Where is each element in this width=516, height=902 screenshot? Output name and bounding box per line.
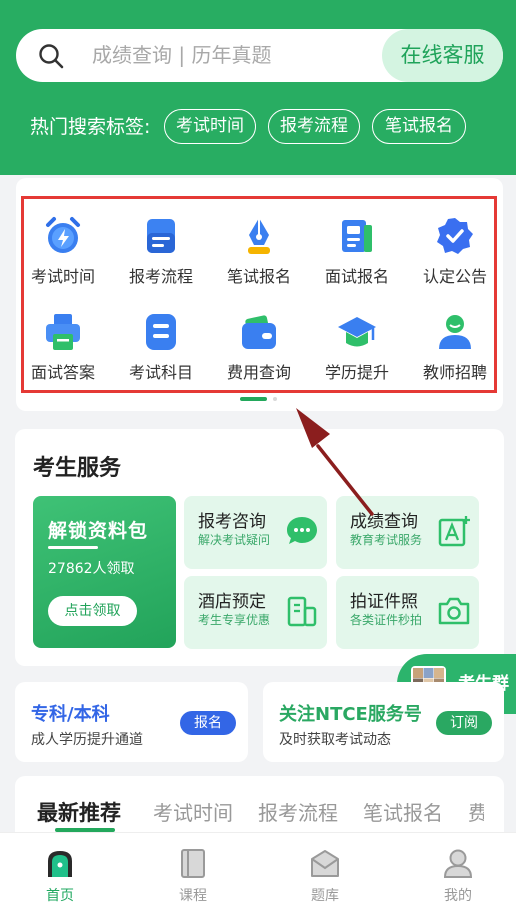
services-title: 考生服务 bbox=[33, 456, 122, 481]
promo-subtitle: 成人学历提升通道 bbox=[31, 732, 143, 748]
promo-subtitle: 及时获取考试动态 bbox=[279, 732, 391, 748]
hot-tag-written-exam-registration[interactable]: 笔试报名 bbox=[372, 109, 466, 144]
nav-home[interactable]: 首页 bbox=[20, 833, 100, 902]
search-bar[interactable]: 成绩查询 | 历年真题 在线客服 bbox=[16, 29, 503, 82]
tab-fee-partial[interactable]: 费 bbox=[468, 797, 484, 826]
book-icon bbox=[181, 849, 205, 878]
signup-badge[interactable]: 报名 bbox=[180, 711, 236, 735]
building-icon bbox=[287, 596, 317, 627]
search-placeholder[interactable]: 成绩查询 | 历年真题 bbox=[92, 29, 271, 82]
nav-label: 首页 bbox=[46, 888, 74, 902]
bottom-nav: 首页 课程 题库 我的 bbox=[0, 832, 516, 902]
service-subtitle: 考生专享优惠 bbox=[198, 613, 271, 627]
service-title: 拍证件照 bbox=[350, 592, 418, 612]
service-subtitle: 各类证件秒拍 bbox=[350, 613, 423, 627]
promo-degree-card[interactable]: 专科/本科 成人学历提升通道 报名 bbox=[15, 682, 248, 762]
search-icon bbox=[39, 44, 64, 69]
page-dot-active bbox=[240, 397, 267, 401]
service-subtitle: 教育考试服务 bbox=[350, 533, 423, 547]
annotation-arrow bbox=[296, 408, 374, 516]
tab-registration-process[interactable]: 报考流程 bbox=[258, 797, 338, 826]
tab-exam-time[interactable]: 考试时间 bbox=[153, 797, 233, 826]
promo-ntce-card[interactable]: 关注NTCE服务号 及时获取考试动态 订阅 bbox=[263, 682, 504, 762]
camera-icon bbox=[438, 597, 470, 625]
tab-written-exam[interactable]: 笔试报名 bbox=[363, 797, 443, 826]
nav-profile[interactable]: 我的 bbox=[418, 833, 498, 902]
service-id-photo[interactable]: 拍证件照 各类证件秒拍 bbox=[336, 576, 479, 649]
hot-search-label: 热门搜索标签: bbox=[30, 116, 151, 138]
unlock-underline bbox=[48, 546, 98, 549]
subscribe-badge[interactable]: 订阅 bbox=[436, 711, 492, 735]
promo-title: 关注NTCE服务号 bbox=[279, 704, 422, 725]
unlock-title: 解锁资料包 bbox=[48, 520, 149, 542]
nav-question-bank[interactable]: 题库 bbox=[285, 833, 365, 902]
nav-label: 我的 bbox=[444, 888, 472, 902]
service-title: 酒店预定 bbox=[198, 592, 266, 612]
text-edit-icon bbox=[438, 516, 470, 547]
home-icon bbox=[48, 851, 72, 877]
hot-tag-exam-time[interactable]: 考试时间 bbox=[164, 109, 256, 144]
nav-courses[interactable]: 课程 bbox=[153, 833, 233, 902]
page-dot bbox=[273, 397, 277, 401]
hot-tag-registration-process[interactable]: 报考流程 bbox=[268, 109, 360, 144]
unlock-materials-card[interactable]: 解锁资料包 27862人领取 点击领取 bbox=[33, 496, 176, 648]
claim-button[interactable]: 点击领取 bbox=[48, 596, 137, 626]
header: 成绩查询 | 历年真题 在线客服 热门搜索标签: 考试时间 报考流程 笔试报名 bbox=[0, 0, 516, 175]
nav-label: 题库 bbox=[311, 888, 339, 902]
service-title: 报考咨询 bbox=[198, 512, 266, 532]
unlock-count: 27862人领取 bbox=[48, 561, 135, 577]
question-bank-icon bbox=[311, 850, 339, 877]
nav-label: 课程 bbox=[179, 888, 207, 902]
profile-icon bbox=[443, 849, 473, 878]
highlight-box bbox=[21, 196, 497, 393]
online-service-button[interactable]: 在线客服 bbox=[382, 29, 503, 82]
service-subtitle: 解决考试疑问 bbox=[198, 533, 271, 547]
service-hotel-booking[interactable]: 酒店预定 考生专享优惠 bbox=[184, 576, 327, 649]
tab-latest[interactable]: 最新推荐 bbox=[37, 797, 121, 827]
promo-title: 专科/本科 bbox=[31, 704, 110, 725]
